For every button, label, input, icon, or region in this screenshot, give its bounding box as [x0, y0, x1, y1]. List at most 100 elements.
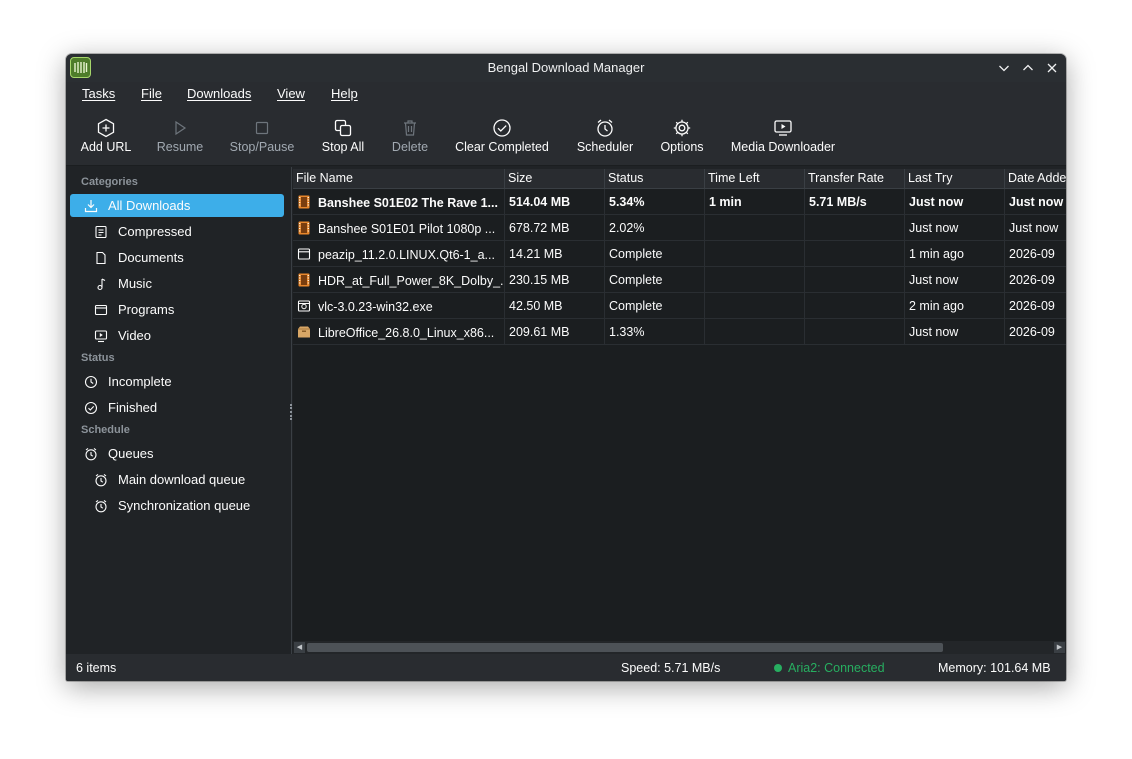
- alarm-clock-icon: [94, 473, 108, 487]
- file-name-cell: Banshee S01E01 Pilot 1080p ...: [293, 215, 505, 241]
- sidebar-item-documents[interactable]: Documents: [94, 246, 184, 269]
- package-file-icon: [297, 248, 311, 260]
- music-note-icon: [94, 277, 108, 291]
- alarm-clock-icon: [94, 499, 108, 513]
- resume-button[interactable]: Resume: [154, 118, 206, 162]
- sidebar-item-all-downloads[interactable]: All Downloads: [70, 194, 284, 217]
- sidebar-item-compressed[interactable]: Compressed: [94, 220, 192, 243]
- table-row[interactable]: HDR_at_Full_Power_8K_Dolby_... 230.15 MB…: [293, 267, 1066, 293]
- menu-tasks[interactable]: Tasks: [82, 86, 115, 101]
- date-added-cell: Just now: [1005, 215, 1066, 241]
- categories-header: Categories: [81, 176, 138, 188]
- sidebar-item-main-queue[interactable]: Main download queue: [94, 468, 245, 491]
- check-circle-icon: [84, 401, 98, 415]
- menu-downloads[interactable]: Downloads: [187, 86, 251, 101]
- options-button[interactable]: Options: [658, 118, 706, 162]
- column-size[interactable]: Size: [505, 169, 605, 189]
- table-row[interactable]: peazip_11.2.0.LINUX.Qt6-1_a... 14.21 MB …: [293, 241, 1066, 267]
- chevron-down-icon: [999, 65, 1009, 72]
- transfer-rate-cell: [805, 215, 905, 241]
- size-cell: 209.61 MB: [505, 319, 605, 345]
- add-url-button[interactable]: Add URL: [78, 118, 134, 162]
- video-icon: [94, 329, 108, 343]
- last-try-cell: Just now: [905, 189, 1005, 215]
- table-row[interactable]: Banshee S01E01 Pilot 1080p ... 678.72 MB…: [293, 215, 1066, 241]
- time-left-cell: [705, 293, 805, 319]
- close-button[interactable]: [1042, 58, 1062, 78]
- chevron-up-icon: [1023, 64, 1033, 71]
- aria2-status: Aria2: Connected: [774, 661, 885, 675]
- time-left-cell: [705, 215, 805, 241]
- check-circle-icon: [493, 119, 511, 137]
- menu-view[interactable]: View: [277, 86, 305, 101]
- media-player-icon: [774, 120, 792, 136]
- column-date-added[interactable]: Date Added: [1005, 169, 1066, 189]
- scheduler-button[interactable]: Scheduler: [574, 118, 636, 162]
- minimize-button[interactable]: [994, 58, 1014, 78]
- table-row[interactable]: vlc-3.0.23-win32.exe 42.50 MB Complete 2…: [293, 293, 1066, 319]
- video-file-icon: [298, 273, 310, 287]
- scroll-left-arrow-icon[interactable]: ◀: [294, 642, 305, 653]
- menu-help[interactable]: Help: [331, 86, 358, 101]
- date-added-cell: 2026-09: [1005, 241, 1066, 267]
- stop-all-button[interactable]: Stop All: [318, 118, 368, 162]
- table-row[interactable]: Banshee S01E02 The Rave 1... 514.04 MB 5…: [293, 189, 1066, 215]
- splitter-grip[interactable]: [290, 404, 292, 420]
- size-cell: 514.04 MB: [505, 189, 605, 215]
- clear-completed-button[interactable]: Clear Completed: [453, 118, 551, 162]
- sidebar-item-queues[interactable]: Queues: [84, 442, 154, 465]
- stop-all-icon: [334, 119, 352, 137]
- status-cell: Complete: [605, 293, 705, 319]
- sidebar-item-incomplete[interactable]: Incomplete: [84, 370, 172, 393]
- sidebar-item-programs[interactable]: Programs: [94, 298, 174, 321]
- add-url-icon: [97, 118, 115, 138]
- horizontal-scrollbar[interactable]: ◀ ▶: [293, 641, 1066, 654]
- size-cell: 42.50 MB: [505, 293, 605, 319]
- alarm-clock-icon: [84, 447, 98, 461]
- toolbar: Add URL Resume Stop/Pause Stop All Delet…: [66, 106, 1066, 166]
- menu-file[interactable]: File: [141, 86, 162, 101]
- date-added-cell: Just now: [1005, 189, 1066, 215]
- file-name-cell: peazip_11.2.0.LINUX.Qt6-1_a...: [293, 241, 505, 267]
- date-added-cell: 2026-09: [1005, 319, 1066, 345]
- app-window: Bengal Download Manager Tasks File Downl…: [66, 54, 1066, 681]
- status-cell: 5.34%: [605, 189, 705, 215]
- connected-dot-icon: [774, 664, 782, 672]
- time-left-cell: [705, 267, 805, 293]
- status-cell: Complete: [605, 267, 705, 293]
- gear-icon: [673, 119, 691, 137]
- sidebar-item-video[interactable]: Video: [94, 324, 151, 347]
- column-status[interactable]: Status: [605, 169, 705, 189]
- maximize-button[interactable]: [1018, 58, 1038, 78]
- archive-icon: [94, 225, 108, 239]
- clock-icon: [84, 375, 98, 389]
- window-title: Bengal Download Manager: [487, 60, 645, 75]
- column-time-left[interactable]: Time Left: [705, 169, 805, 189]
- media-downloader-button[interactable]: Media Downloader: [729, 118, 837, 162]
- sidebar-item-music[interactable]: Music: [94, 272, 152, 295]
- column-last-try[interactable]: Last Try: [905, 169, 1005, 189]
- status-cell: Complete: [605, 241, 705, 267]
- item-count: 6 items: [76, 661, 117, 675]
- transfer-rate-cell: [805, 267, 905, 293]
- column-file-name[interactable]: File Name: [293, 169, 505, 189]
- menu-bar: Tasks File Downloads View Help: [66, 82, 1066, 106]
- column-transfer-rate[interactable]: Transfer Rate: [805, 169, 905, 189]
- transfer-rate-cell: 5.71 MB/s: [805, 189, 905, 215]
- last-try-cell: Just now: [905, 267, 1005, 293]
- stop-pause-button[interactable]: Stop/Pause: [227, 118, 297, 162]
- sidebar-item-sync-queue[interactable]: Synchronization queue: [94, 494, 250, 517]
- time-left-cell: [705, 241, 805, 267]
- video-file-icon: [298, 195, 310, 209]
- scroll-right-arrow-icon[interactable]: ▶: [1054, 642, 1065, 653]
- play-icon: [175, 120, 187, 136]
- archive-file-icon: [298, 326, 310, 338]
- delete-button[interactable]: Delete: [388, 118, 432, 162]
- document-icon: [94, 251, 108, 265]
- table-row[interactable]: LibreOffice_26.8.0_Linux_x86... 209.61 M…: [293, 319, 1066, 345]
- scrollbar-thumb[interactable]: [307, 643, 943, 652]
- downloads-table: File Name Size Status Time Left Transfer…: [293, 169, 1066, 654]
- download-tray-icon: [84, 199, 98, 213]
- file-name-cell: vlc-3.0.23-win32.exe: [293, 293, 505, 319]
- sidebar-item-finished[interactable]: Finished: [84, 396, 157, 419]
